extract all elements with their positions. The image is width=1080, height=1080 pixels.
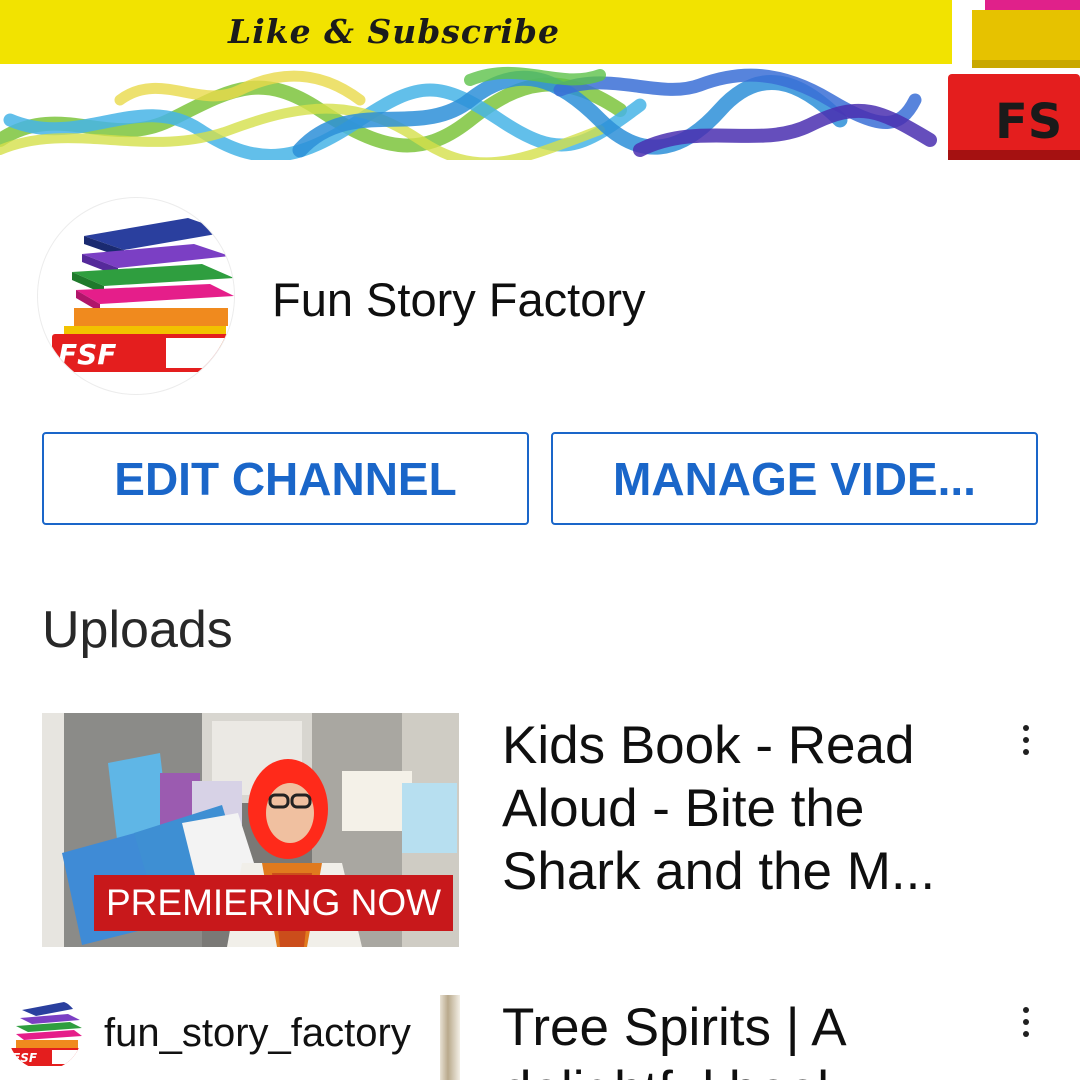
manage-videos-button[interactable]: MANAGE VIDE...: [551, 432, 1038, 525]
video-title[interactable]: Kids Book - Read Aloud - Bite the Shark …: [502, 714, 972, 903]
video-thumbnail[interactable]: [440, 995, 460, 1080]
channel-avatar[interactable]: FSF: [38, 198, 234, 394]
banner-logo-text: FS: [995, 94, 1062, 150]
channel-name: Fun Story Factory: [272, 273, 646, 326]
credit-avatar-text: FSF: [12, 1051, 38, 1065]
dot: [1023, 725, 1029, 731]
dot: [1023, 749, 1029, 755]
dot: [1023, 1007, 1029, 1013]
more-vert-icon[interactable]: [1012, 1000, 1040, 1044]
dot: [1023, 737, 1029, 743]
dot: [1023, 1031, 1029, 1037]
avatar-logo-text: FSF: [58, 338, 116, 371]
banner-text: Like & Subscribe: [228, 12, 560, 51]
book-stack-logo-icon: FSF: [52, 218, 234, 372]
more-vert-icon[interactable]: [1012, 718, 1040, 762]
video-thumbnail[interactable]: PREMIERING NOW: [42, 713, 459, 947]
premiering-now-badge: PREMIERING NOW: [94, 875, 454, 931]
credit-avatar[interactable]: FSF: [8, 996, 82, 1070]
edit-channel-button[interactable]: EDIT CHANNEL: [42, 432, 529, 525]
video-title[interactable]: Tree Spirits | A delightful book: [502, 996, 972, 1080]
book-stack-logo-icon: FSF: [10, 1002, 82, 1066]
dot: [1023, 1019, 1029, 1025]
credit-username[interactable]: fun_story_factory: [104, 1011, 411, 1056]
channel-banner: FS Like & Subscribe: [0, 0, 1080, 160]
uploads-heading: Uploads: [42, 601, 233, 659]
